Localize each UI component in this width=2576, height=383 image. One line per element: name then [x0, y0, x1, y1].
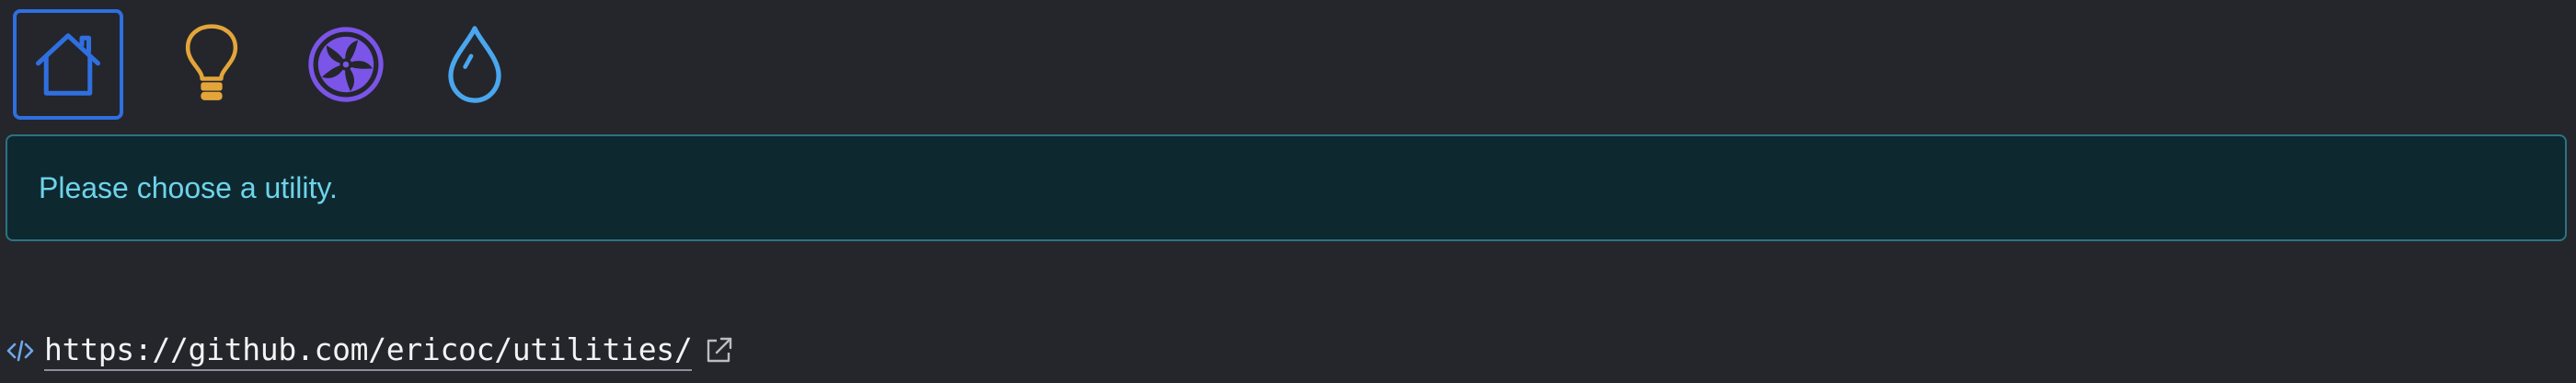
house-icon [36, 33, 100, 96]
nav-ventilation-button[interactable] [291, 9, 401, 120]
info-alert: Please choose a utility. [6, 134, 2567, 241]
repo-link[interactable]: https://github.com/ericoc/utilities/ [44, 331, 693, 371]
fan-icon [308, 27, 384, 102]
external-link-icon[interactable] [703, 335, 734, 366]
lightbulb-icon [185, 24, 238, 100]
alert-message: Please choose a utility. [39, 170, 338, 204]
water-drop-icon [448, 26, 501, 103]
source-footer: https://github.com/ericoc/utilities/ [6, 328, 734, 374]
nav-water-button[interactable] [420, 9, 530, 120]
code-icon [6, 340, 34, 362]
nav-electricity-button[interactable] [156, 9, 267, 120]
nav-home-button[interactable] [13, 9, 123, 120]
